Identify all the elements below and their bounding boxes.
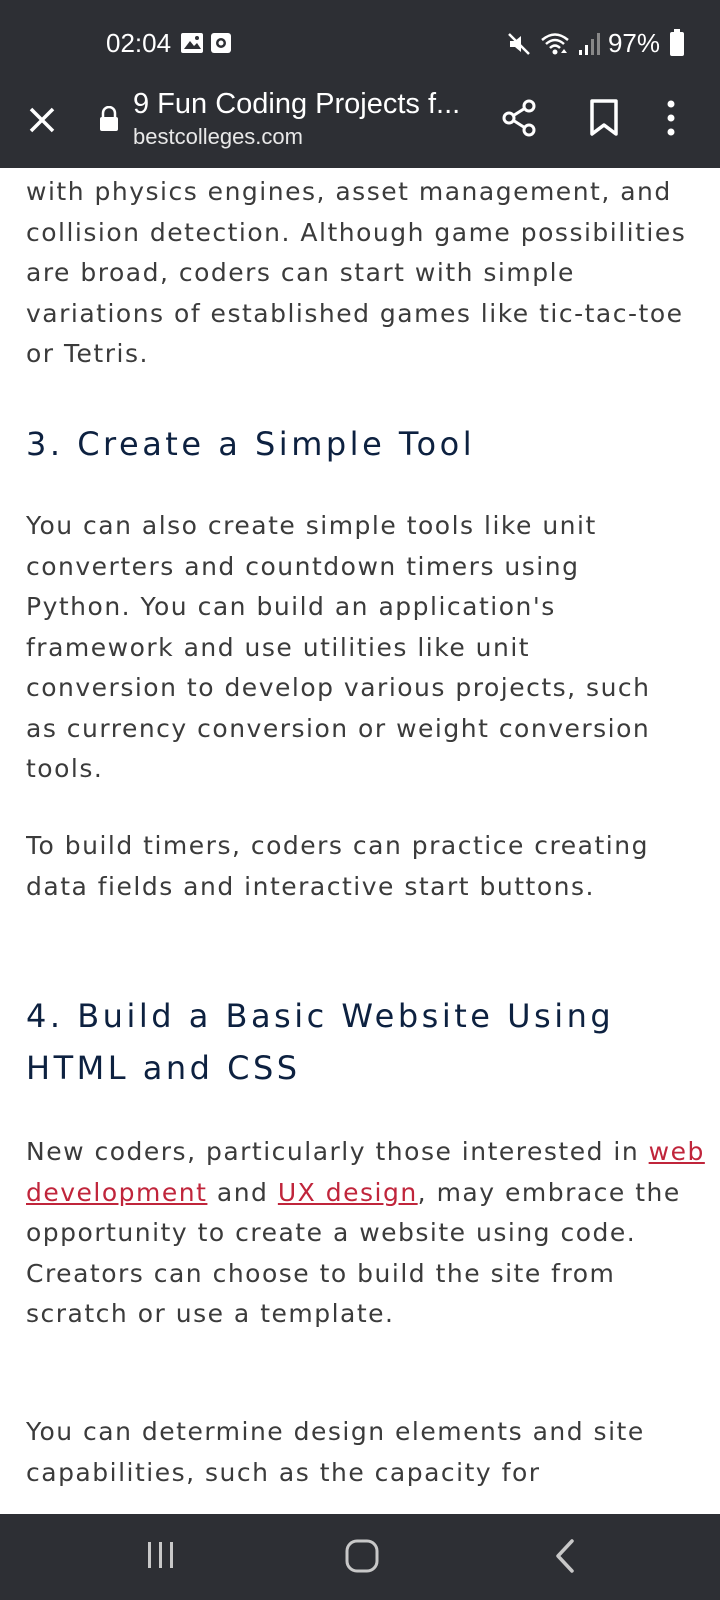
close-icon[interactable] <box>24 102 60 138</box>
heading-basic-website: 4. Build a Basic Website Using HTML and … <box>26 997 615 1087</box>
page-domain[interactable]: bestcolleges.com <box>133 124 303 150</box>
paragraph-game-development: with physics engines, asset management, … <box>26 177 687 368</box>
wifi-icon <box>541 32 569 54</box>
paragraph-website-text-1: New coders, particularly those intereste… <box>26 1137 649 1166</box>
recent-apps-icon[interactable] <box>146 1538 176 1572</box>
mute-icon <box>508 32 530 55</box>
lock-icon <box>100 106 118 131</box>
image-icon <box>181 33 203 53</box>
paragraph-website: New coders, particularly those intereste… <box>26 1132 706 1335</box>
paragraph-timers: To build timers, coders can practice cre… <box>26 831 649 901</box>
more-options-icon[interactable] <box>664 98 678 138</box>
screen-record-icon <box>211 33 231 53</box>
status-bar: 02:04 97% <box>0 0 720 86</box>
paragraph-website-text-2: and <box>207 1177 278 1207</box>
battery-percent: 97% <box>607 28 660 58</box>
battery-icon <box>670 28 684 56</box>
custom-tab-toolbar: 9 Fun Coding Projects f... bestcolleges.… <box>0 86 720 168</box>
paragraph-design-elements: You can determine design elements and si… <box>26 1417 645 1487</box>
system-nav-bar <box>0 1514 720 1600</box>
back-icon[interactable] <box>552 1538 578 1574</box>
signal-icon <box>578 32 600 55</box>
share-icon[interactable] <box>500 98 540 138</box>
article-content: with physics engines, asset management, … <box>26 168 706 1514</box>
status-right-group: 97% <box>506 28 684 59</box>
bookmark-icon[interactable] <box>588 98 620 138</box>
home-icon[interactable] <box>344 1538 380 1574</box>
paragraph-simple-tools: You can also create simple tools like un… <box>26 511 651 783</box>
heading-create-simple-tool: 3. Create a Simple Tool <box>26 425 476 463</box>
page-title[interactable]: 9 Fun Coding Projects f... <box>133 88 460 121</box>
link-ux-design[interactable]: UX design <box>278 1178 418 1207</box>
status-time: 02:04 <box>106 28 172 58</box>
